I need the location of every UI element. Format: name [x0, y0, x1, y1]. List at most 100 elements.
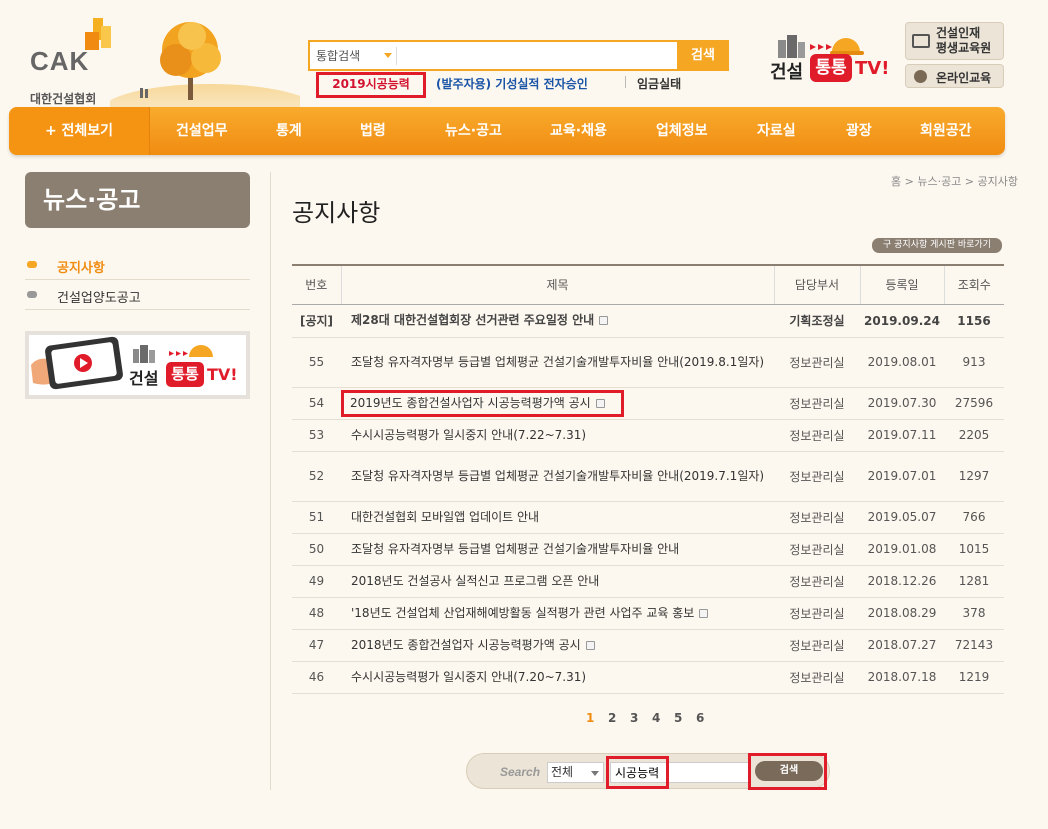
row-date: 2018.07.27	[860, 629, 944, 662]
row-views: 1156	[944, 304, 1004, 338]
pagination: 123456	[586, 711, 718, 725]
chevron-down-icon[interactable]	[384, 53, 392, 58]
lifelong-education-button[interactable]: 건설인재 평생교육원	[905, 22, 1004, 60]
table-row: 49 2018년도 건설공사 실적신고 프로그램 오픈 안내 정보관리실 201…	[292, 565, 1004, 598]
row-date: 2019.01.08	[860, 533, 944, 566]
play-circle-icon	[914, 70, 927, 83]
attachment-icon	[699, 608, 709, 618]
row-views: 27596	[944, 387, 1004, 420]
row-dept: 정보관리실	[774, 629, 860, 662]
highlighted-title-box[interactable]: 2019년도 종합건설사업자 시공능력평가액 공시	[341, 389, 624, 417]
sidebar-title: 뉴스·공고	[25, 172, 250, 228]
page-link-1[interactable]: 1	[586, 711, 608, 725]
nav-item-archive[interactable]: 자료실	[757, 107, 796, 155]
row-no: 53	[292, 419, 341, 452]
nav-item-members[interactable]: 회원공간	[920, 107, 972, 155]
row-no: 47	[292, 629, 341, 662]
online-education-button[interactable]: 온라인교육	[905, 64, 1004, 88]
banner-tv-left: 건설	[129, 369, 159, 388]
row-title-text: 제28대 대한건설협회장 선거관련 주요일정 안내	[351, 313, 595, 327]
row-title-text: '18년도 건설업체 산업재해예방활동 실적평가 관련 사업주 교육 홍보	[351, 605, 695, 620]
page-link-3[interactable]: 3	[630, 711, 652, 725]
old-board-link-button[interactable]: 구 공지사항 게시판 바로가기	[872, 238, 1002, 253]
row-date: 2018.08.29	[860, 597, 944, 630]
column-header-views: 조회수	[943, 264, 1004, 305]
board-search-scope-select[interactable]: 전체	[547, 762, 604, 783]
nav-all-menu[interactable]: + 전체보기	[9, 107, 150, 155]
quick-link-2019-capability[interactable]: 2019시공능력	[316, 72, 426, 98]
autumn-tree-illustration	[110, 22, 300, 108]
notice-table: 번호 제목 담당부서 등록일 조회수 [공지] 제28대 대한건설협회장 선거관…	[292, 264, 1004, 694]
cak-logo[interactable]: CAK 대한건설협회	[30, 18, 115, 106]
row-title-link[interactable]: 제28대 대한건설협회장 선거관련 주요일정 안내	[341, 304, 774, 338]
row-title-link[interactable]: 대한건설협회 모바일앱 업데이트 안내	[341, 501, 774, 534]
tv-label-left: 건설	[770, 62, 804, 83]
table-row-notice: [공지] 제28대 대한건설협회장 선거관련 주요일정 안내 기획조정실 201…	[292, 304, 1004, 338]
search-scope-select[interactable]: 통합검색	[316, 47, 360, 64]
bullet-icon	[27, 291, 37, 298]
nav-item-construction-work[interactable]: 건설업무	[176, 107, 228, 155]
row-no: 54	[292, 387, 341, 420]
row-title-link[interactable]: 조달청 유자격자명부 등급별 업체평균 건설기술개발투자비율 안내(2019.8…	[341, 337, 774, 388]
column-header-no: 번호	[292, 264, 341, 305]
row-no: 48	[292, 597, 341, 630]
row-no: 46	[292, 661, 341, 694]
row-no: 50	[292, 533, 341, 566]
integrated-search-bar: 통합검색 검색	[308, 40, 729, 71]
row-no: 55	[292, 337, 341, 388]
breadcrumb: 홈 > 뉴스·공고 > 공지사항	[891, 175, 1018, 188]
quick-link-wage-survey[interactable]: 임금실태	[637, 75, 681, 92]
table-row: 54 2019년도 종합건설사업자 시공능력평가액 공시 정보관리실 2019.…	[292, 387, 1004, 420]
row-title-link[interactable]: 조달청 유자격자명부 등급별 업체평균 건설기술개발투자비율 안내(2019.7…	[341, 451, 774, 502]
tv-label-right: TV!	[855, 58, 890, 79]
row-no: 49	[292, 565, 341, 598]
row-title-link[interactable]: 2019년도 종합건설사업자 시공능력평가액 공시	[341, 387, 774, 420]
row-dept: 정보관리실	[774, 419, 860, 452]
page-link-4[interactable]: 4	[652, 711, 674, 725]
nav-item-company-info[interactable]: 업체정보	[656, 107, 708, 155]
nav-item-statistics[interactable]: 통계	[276, 107, 302, 155]
bullet-icon	[27, 261, 37, 268]
construction-tv-banner[interactable]: 건설 통통 TV!	[25, 331, 250, 399]
quick-link-electronic-approval[interactable]: (발주자용) 기성실적 전자승인	[436, 75, 588, 92]
nav-item-education[interactable]: 교육·채용	[550, 107, 607, 155]
table-row: 48 '18년도 건설업체 산업재해예방활동 실적평가 관련 사업주 교육 홍보…	[292, 597, 1004, 630]
page-link-2[interactable]: 2	[608, 711, 630, 725]
page-link-5[interactable]: 5	[674, 711, 696, 725]
table-row: 47 2018년도 종합건설업자 시공능력평가액 공시 정보관리실 2018.0…	[292, 629, 1004, 662]
sidebar-item-transfer-notice[interactable]: 건설업양도공고	[25, 281, 250, 310]
row-views: 378	[944, 597, 1004, 630]
row-views: 766	[944, 501, 1004, 534]
row-dept: 정보관리실	[774, 533, 860, 566]
book-icon	[912, 34, 930, 48]
row-views: 72143	[944, 629, 1004, 662]
column-header-dept: 담당부서	[773, 264, 860, 305]
search-button[interactable]: 검색	[677, 40, 729, 71]
logo-org-name: 대한건설협회	[30, 92, 97, 106]
construction-tv-logo[interactable]: 건설 통통 TV!	[770, 30, 890, 85]
row-title-link[interactable]: 2018년도 종합건설업자 시공능력평가액 공시	[341, 629, 774, 662]
row-views: 1297	[944, 451, 1004, 502]
table-row: 51 대한건설협회 모바일앱 업데이트 안내 정보관리실 2019.05.07 …	[292, 501, 1004, 534]
row-title-link[interactable]: 수시시공능력평가 일시중지 안내(7.22~7.31)	[341, 419, 774, 452]
highlighted-input-box	[606, 756, 669, 789]
row-title-link[interactable]: 2018년도 건설공사 실적신고 프로그램 오픈 안내	[341, 565, 774, 598]
sidebar-item-notice[interactable]: 공지사항	[25, 251, 250, 280]
row-title-link[interactable]: 조달청 유자격자명부 등급별 업체평균 건설기술개발투자비율 안내	[341, 533, 774, 566]
row-dept: 정보관리실	[774, 565, 860, 598]
nav-item-laws[interactable]: 법령	[360, 107, 386, 155]
row-dept: 정보관리실	[774, 337, 860, 388]
search-divider	[396, 47, 397, 65]
row-date: 2019.07.11	[860, 419, 944, 452]
row-no: 52	[292, 451, 341, 502]
board-search-button[interactable]: 검색	[755, 761, 823, 781]
logo-text: CAK	[30, 46, 90, 76]
page-link-6[interactable]: 6	[696, 711, 718, 725]
nav-item-plaza[interactable]: 광장	[846, 107, 872, 155]
sidebar-item-label: 공지사항	[57, 261, 105, 276]
search-input[interactable]	[402, 44, 672, 68]
nav-item-news[interactable]: 뉴스·공고	[445, 107, 502, 155]
row-title-link[interactable]: 수시시공능력평가 일시중지 안내(7.20~7.31)	[341, 661, 774, 694]
row-date: 2019.08.01	[860, 337, 944, 388]
row-title-link[interactable]: '18년도 건설업체 산업재해예방활동 실적평가 관련 사업주 교육 홍보	[341, 597, 774, 630]
